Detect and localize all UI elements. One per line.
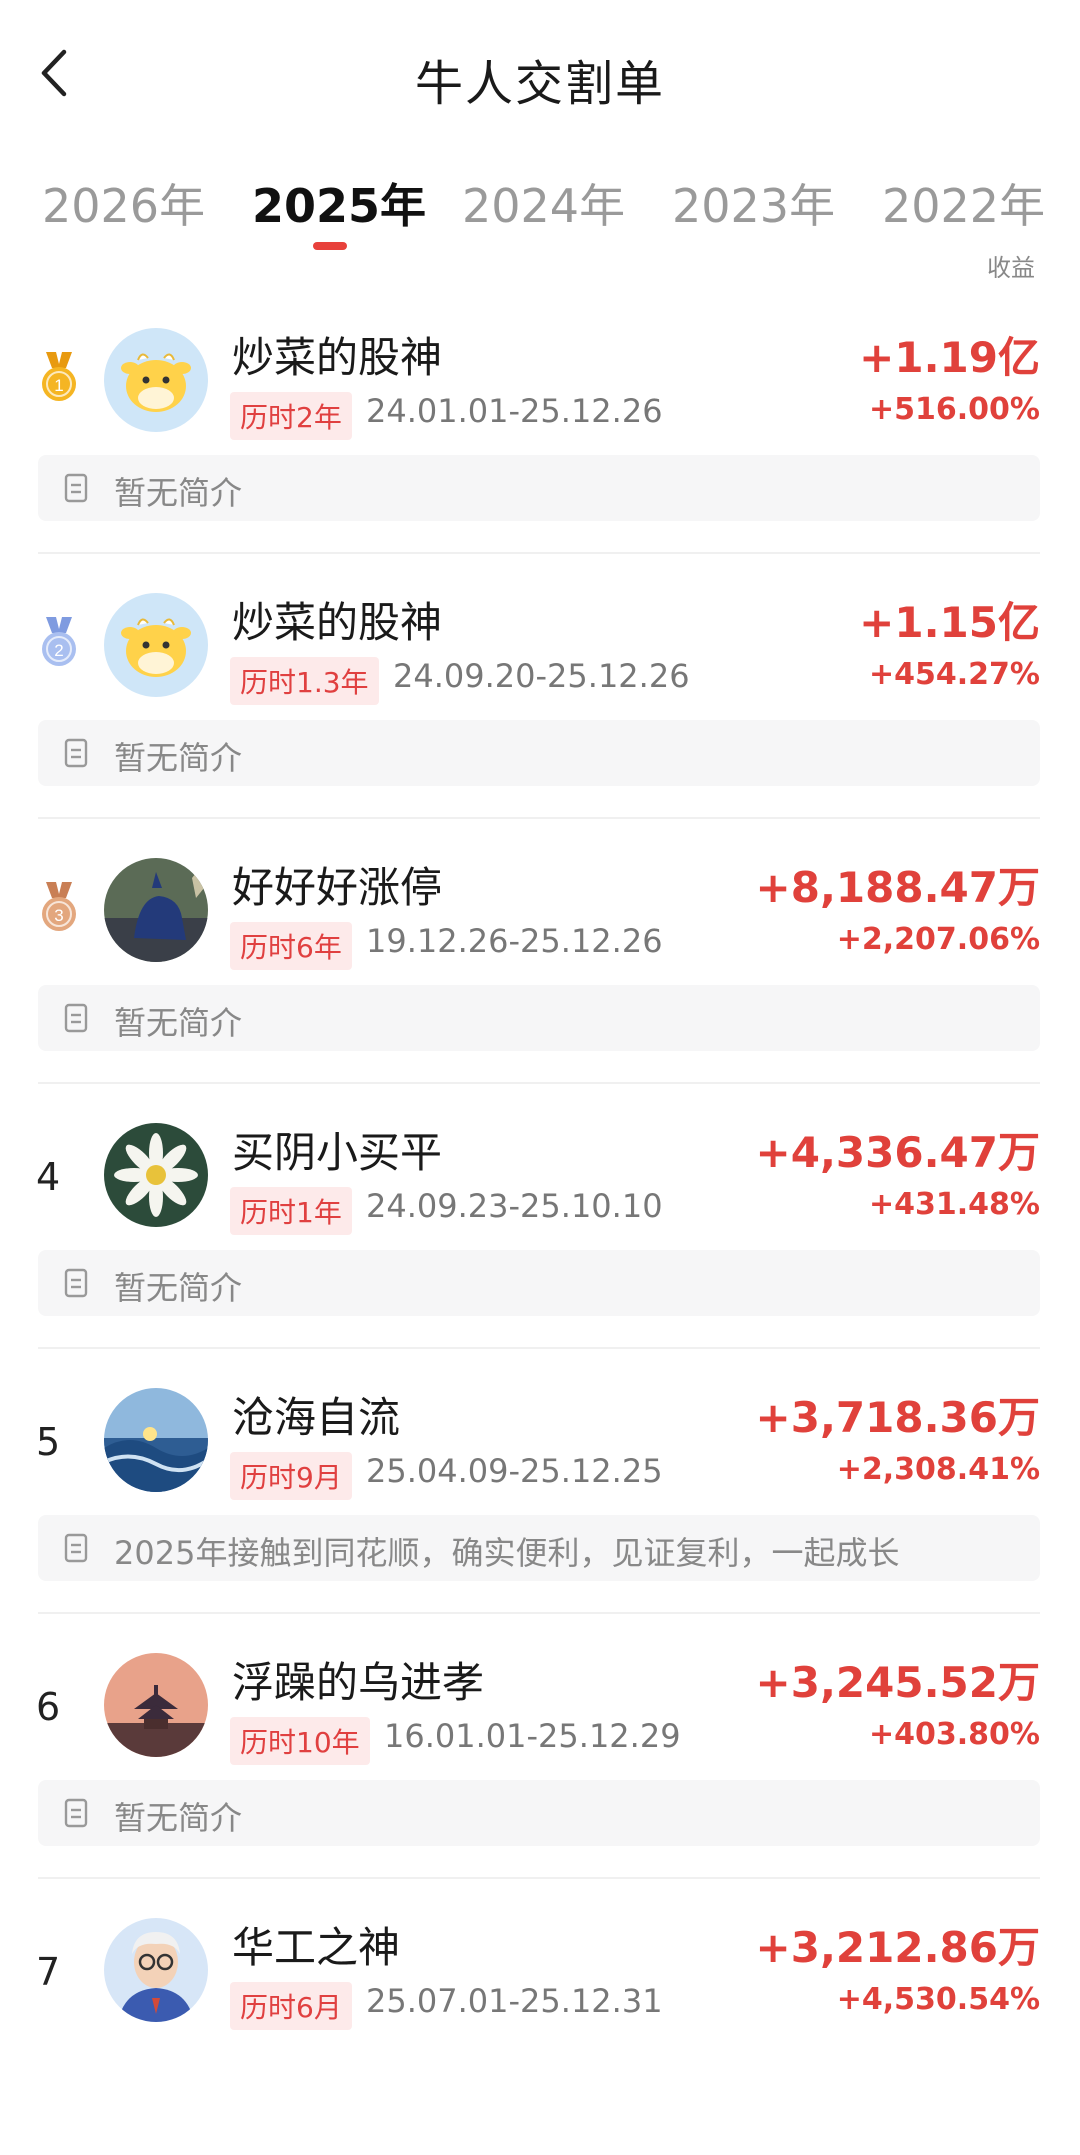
- page-title: 牛人交割单: [414, 56, 665, 112]
- user-name[interactable]: 好好好涨停: [232, 854, 442, 915]
- silver-medal-icon: 2: [42, 617, 76, 666]
- tab-2026[interactable]: 2026年: [42, 170, 205, 236]
- profit-amount: +1.15亿: [859, 598, 1040, 647]
- intro-box: 暂无简介: [38, 1780, 1040, 1846]
- profit-amount: +1.19亿: [859, 333, 1040, 382]
- profit-percent: +516.00%: [869, 392, 1040, 427]
- sea-avatar[interactable]: [104, 1388, 208, 1492]
- list-item[interactable]: 2 炒菜的股神 历时1.3年 24.09.20-25.12.26 +1.15亿 …: [0, 565, 1080, 830]
- duration-badge: 历时9月: [230, 1452, 352, 1500]
- user-name[interactable]: 买阴小买平: [232, 1119, 442, 1180]
- profit-amount: +8,188.47万: [755, 863, 1040, 912]
- rank-number: 6: [36, 1685, 61, 1729]
- user-name[interactable]: 炒菜的股神: [232, 324, 442, 385]
- gold-medal-icon: 1: [42, 352, 76, 401]
- divider: [38, 1612, 1040, 1614]
- document-icon: [64, 738, 88, 768]
- sort-label[interactable]: 收益: [987, 248, 1035, 278]
- divider: [38, 1082, 1040, 1084]
- profit-amount: +3,718.36万: [755, 1393, 1040, 1442]
- active-tab-indicator: [313, 242, 347, 250]
- tab-2024[interactable]: 2024年: [462, 170, 625, 236]
- user-name[interactable]: 沧海自流: [232, 1384, 400, 1445]
- medal-rank-number: 3: [54, 906, 63, 925]
- intro-text: 暂无简介: [114, 474, 243, 512]
- tab-2022[interactable]: 2022年: [882, 170, 1045, 236]
- cow-avatar[interactable]: [104, 328, 208, 432]
- divider: [38, 552, 1040, 554]
- intro-box: 暂无简介: [38, 985, 1040, 1051]
- intro-text: 暂无简介: [114, 739, 243, 777]
- profit-percent: +431.48%: [869, 1187, 1040, 1222]
- document-icon: [64, 473, 88, 503]
- date-range: 25.07.01-25.12.31: [366, 1982, 663, 2020]
- duration-badge: 历时1.3年: [230, 657, 379, 705]
- list-item[interactable]: 6 浮躁的乌进孝 历时10年 16.01.01-25.12.29 +3,245.…: [0, 1625, 1080, 1890]
- list-item[interactable]: 7 华工之神 历时6月 25.07.01-25.12.31 +3,212.86万…: [0, 1890, 1080, 2155]
- intro-box: 暂无简介: [38, 455, 1040, 521]
- date-range: 16.01.01-25.12.29: [384, 1717, 681, 1755]
- cow-avatar[interactable]: [104, 593, 208, 697]
- intro-text: 暂无简介: [114, 1004, 243, 1042]
- intro-text: 暂无简介: [114, 1799, 243, 1837]
- intro-text: 暂无简介: [114, 1269, 243, 1307]
- document-icon: [64, 1798, 88, 1828]
- intro-box: 暂无简介: [38, 720, 1040, 786]
- profit-percent: +2,308.41%: [836, 1452, 1040, 1487]
- tab-2025[interactable]: 2025年: [252, 170, 426, 236]
- profit-percent: +454.27%: [869, 657, 1040, 692]
- bronze-medal-icon: 3: [42, 882, 76, 931]
- year-tabs: 2026年 2025年 2024年 2023年 2022年: [0, 150, 1080, 250]
- rank-number: 5: [36, 1420, 61, 1464]
- profit-amount: +3,245.52万: [755, 1658, 1040, 1707]
- duration-badge: 历时1年: [230, 1187, 352, 1235]
- profit-percent: +2,207.06%: [836, 922, 1040, 957]
- profit-percent: +4,530.54%: [836, 1982, 1040, 2017]
- date-range: 24.01.01-25.12.26: [366, 392, 663, 430]
- bull-statue-avatar[interactable]: [104, 858, 208, 962]
- date-range: 25.04.09-25.12.25: [366, 1452, 663, 1490]
- tab-2023[interactable]: 2023年: [672, 170, 835, 236]
- document-icon: [64, 1533, 88, 1563]
- divider: [38, 1347, 1040, 1349]
- duration-badge: 历时2年: [230, 392, 352, 440]
- intro-text: 2025年接触到同花顺，确实便利，见证复利，一起成长: [114, 1534, 900, 1572]
- document-icon: [64, 1003, 88, 1033]
- list-item[interactable]: 1 炒菜的股神 历时2年 24.01.01-25.12.26 +1.19亿 +5…: [0, 300, 1080, 565]
- list-item[interactable]: 3 好好好涨停 历时6年 19.12.26-25.12.26 +8,188.47…: [0, 830, 1080, 1095]
- duration-badge: 历时6年: [230, 922, 352, 970]
- date-range: 24.09.23-25.10.10: [366, 1187, 663, 1225]
- profit-amount: +3,212.86万: [755, 1923, 1040, 1972]
- rank-number: 4: [36, 1155, 61, 1199]
- list-item[interactable]: 4 买阴小买平 历时1年 24.09.23-25.10.10 +4,336.47…: [0, 1095, 1080, 1360]
- user-name[interactable]: 浮躁的乌进孝: [232, 1649, 484, 1710]
- user-name[interactable]: 炒菜的股神: [232, 589, 442, 650]
- user-name[interactable]: 华工之神: [232, 1914, 400, 1975]
- cartoon-man-avatar[interactable]: [104, 1918, 208, 2022]
- date-range: 24.09.20-25.12.26: [393, 657, 690, 695]
- divider: [38, 1877, 1040, 1879]
- ranking-list: 1 炒菜的股神 历时2年 24.01.01-25.12.26 +1.19亿 +5…: [0, 300, 1080, 2155]
- medal-rank-number: 1: [54, 376, 63, 395]
- date-range: 19.12.26-25.12.26: [366, 922, 663, 960]
- temple-avatar[interactable]: [104, 1653, 208, 1757]
- medal-rank-number: 2: [54, 641, 63, 660]
- duration-badge: 历时6月: [230, 1982, 352, 2030]
- rank-number: 7: [36, 1950, 61, 1994]
- daisy-avatar[interactable]: [104, 1123, 208, 1227]
- divider: [38, 817, 1040, 819]
- document-icon: [64, 1268, 88, 1298]
- profit-percent: +403.80%: [869, 1717, 1040, 1752]
- profit-amount: +4,336.47万: [755, 1128, 1040, 1177]
- intro-box: 2025年接触到同花顺，确实便利，见证复利，一起成长: [38, 1515, 1040, 1581]
- list-item[interactable]: 5 沧海自流 历时9月 25.04.09-25.12.25 +3,718.36万…: [0, 1360, 1080, 1625]
- duration-badge: 历时10年: [230, 1717, 370, 1765]
- top-bar: 牛人交割单: [0, 0, 1080, 150]
- intro-box: 暂无简介: [38, 1250, 1040, 1316]
